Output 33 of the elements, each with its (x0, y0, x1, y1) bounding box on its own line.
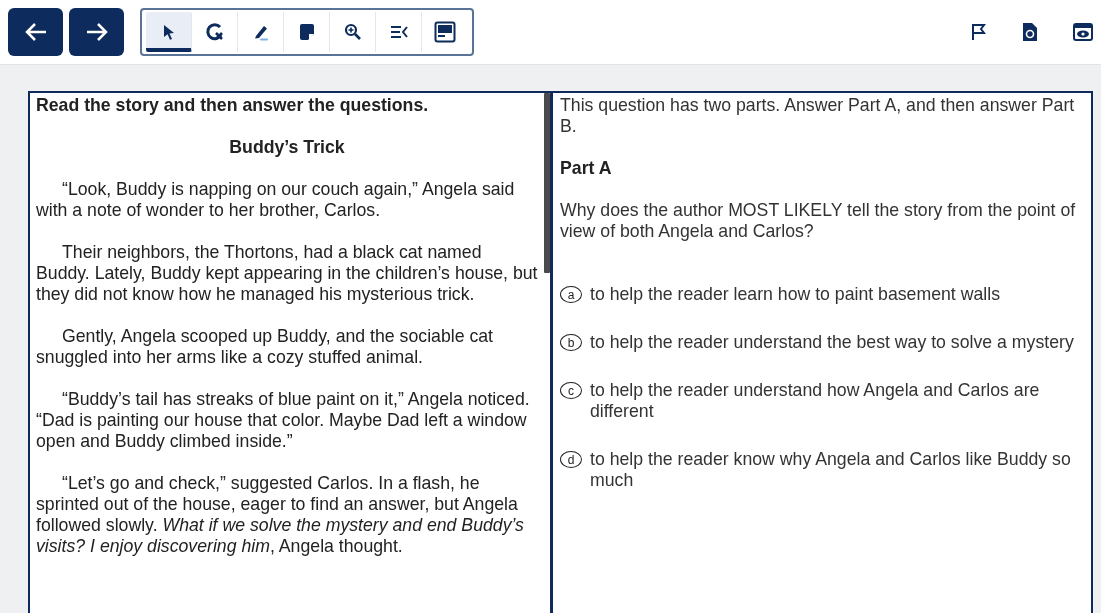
arrow-left-icon (23, 22, 48, 42)
answer-radio[interactable]: a (560, 286, 582, 303)
arrow-right-icon (84, 22, 109, 42)
story-paragraph: Gently, Angela scooped up Buddy, and the sociable cat snuggled into her arms like a cozy stuffed animal. (36, 326, 495, 368)
answer-text[interactable]: to help the reader understand the best way to solve a mystery (590, 332, 1074, 353)
story-paragraph: “Let’s go and check,” suggested Carlos. In a flash, he sprinted out of the house, eager to find an answer, but Angela followed slowly. What if we solve the mystery and end Buddy’s visits? I enjoy discovering him, Angela thought. (36, 473, 525, 557)
story-paragraph: “Buddy’s tail has streaks of blue paint on it,” Angela noticed. “Dad is painting our house that color. Maybe Dad left a window open and Buddy climbed inside.” (36, 389, 531, 452)
scrollbar-thumb[interactable] (544, 93, 550, 273)
tool-button[interactable] (146, 12, 192, 52)
eye-icon[interactable] (1073, 23, 1093, 41)
forward-button[interactable] (69, 8, 124, 56)
answer-radio[interactable]: c (560, 382, 582, 399)
question-prompt: Why does the author MOST LIKELY tell the story from the point of view of both Angela and Carlos? (560, 200, 1077, 242)
part-heading: Part A (560, 158, 613, 179)
flag-icon[interactable] (971, 23, 987, 41)
zoom-in-icon (343, 23, 362, 41)
pointer-icon (161, 24, 176, 40)
masking-icon (434, 21, 456, 43)
answer-text[interactable]: to help the reader understand how Angela and Carlos are different (590, 380, 1077, 422)
story-title: Buddy’s Trick (228, 137, 346, 158)
instruction-text: Read the story and then answer the questions. (36, 95, 430, 116)
answer-radio[interactable]: d (560, 451, 582, 468)
circle-x-icon (204, 22, 225, 42)
answer-text[interactable]: to help the reader learn how to paint basement walls (590, 284, 1000, 305)
back-button[interactable] (8, 8, 63, 56)
answer-radio[interactable]: b (560, 334, 582, 351)
story-paragraph: Their neighbors, the Thortons, had a black cat named Buddy. Lately, Buddy kept appearing in the children’s house, but they did not know how he managed his mysterious trick. (36, 242, 538, 305)
document-icon[interactable] (1022, 22, 1038, 42)
answer-text[interactable]: to help the reader know why Angela and Carlos like Buddy so much (590, 449, 1077, 491)
line-reader-icon (388, 24, 409, 40)
question-intro: This question has two parts. Answer Part A, and then answer Part B. (560, 95, 1076, 137)
sticky-note-icon (297, 23, 316, 41)
story-paragraph: “Look, Buddy is napping on our couch again,” Angela said with a note of wonder to her brother, Carlos. (36, 179, 516, 221)
